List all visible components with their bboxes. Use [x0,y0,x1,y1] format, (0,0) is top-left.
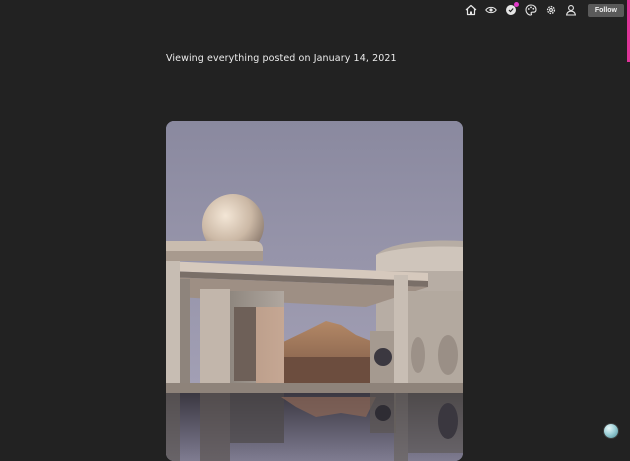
home-icon[interactable] [464,3,478,17]
gear-icon[interactable] [544,3,558,17]
post-image[interactable] [166,121,463,461]
top-navigation: Follow [464,2,624,18]
user-icon[interactable] [564,3,578,17]
palette-icon[interactable] [524,3,538,17]
follow-button[interactable]: Follow [587,3,624,17]
eye-icon[interactable] [484,3,498,17]
page-title: Viewing everything posted on January 14,… [166,53,397,64]
notification-badge [513,2,519,7]
architecture-render [166,121,463,461]
chat-orb-button[interactable] [604,424,618,438]
notification-icon[interactable] [504,2,519,17]
